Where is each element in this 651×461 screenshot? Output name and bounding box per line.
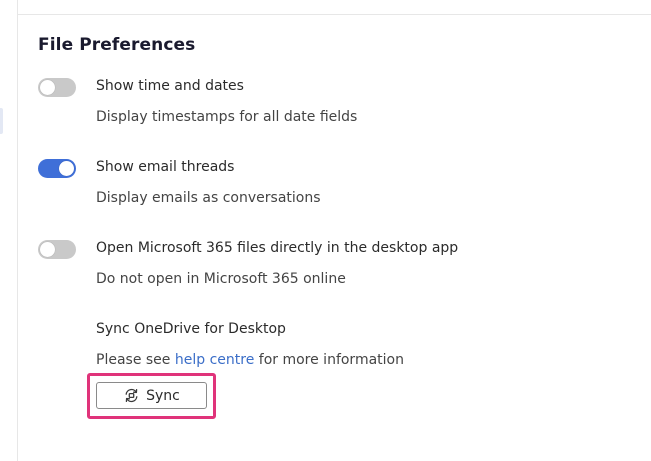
section-title: File Preferences [38,35,196,55]
toggle-knob [40,242,55,257]
help-prefix: Please see [96,352,175,368]
help-centre-link[interactable]: help centre [175,352,254,368]
toggle-open-in-desktop-app[interactable] [38,240,76,259]
sync-button[interactable]: Sync [96,382,207,409]
sync-icon [123,387,140,404]
sync-help-text: Please see help centre for more informat… [96,352,404,368]
sidebar-edge-indicator [0,108,3,134]
setting-label-open-in-desktop-app: Open Microsoft 365 files directly in the… [96,240,459,256]
setting-description-show-time-dates: Display timestamps for all date fields [96,109,358,125]
help-suffix: for more information [254,352,404,368]
toggle-knob [40,80,55,95]
setting-description-open-in-desktop-app: Do not open in Microsoft 365 online [96,271,346,287]
top-divider [18,14,651,15]
setting-label-show-email-threads: Show email threads [96,159,235,175]
toggle-knob [59,161,74,176]
toggle-show-email-threads[interactable] [38,159,76,178]
setting-description-show-email-threads: Display emails as conversations [96,190,321,206]
left-divider [17,0,18,461]
toggle-show-time-dates[interactable] [38,78,76,97]
sync-heading: Sync OneDrive for Desktop [96,321,286,337]
sync-button-label: Sync [146,387,180,404]
setting-label-show-time-dates: Show time and dates [96,78,244,94]
